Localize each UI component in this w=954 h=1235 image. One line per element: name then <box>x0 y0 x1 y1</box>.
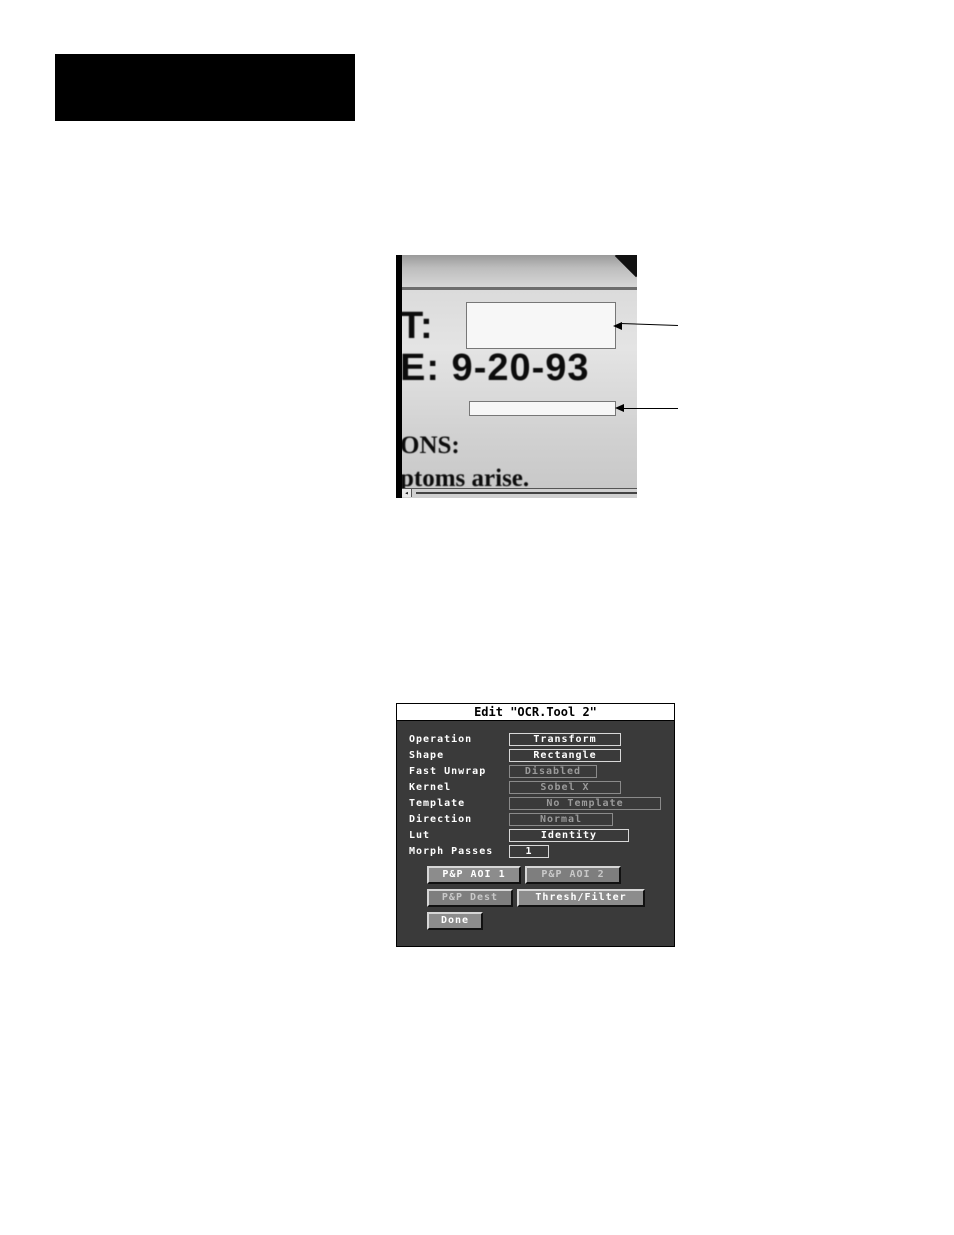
pp-aoi2-button[interactable]: P&P AOI 2 <box>525 866 621 884</box>
horizontal-scrollbar[interactable]: ◂ <box>402 488 637 498</box>
edit-ocr-tool-dialog: Edit "OCR.Tool 2" Operation Transform Sh… <box>396 703 675 947</box>
lut-value[interactable]: Identity <box>509 829 629 842</box>
kernel-value: Sobel X <box>509 781 621 794</box>
fast-unwrap-value: Disabled <box>509 765 597 778</box>
thresh-filter-button[interactable]: Thresh/Filter <box>517 889 645 907</box>
ocr-region-box[interactable] <box>466 302 616 349</box>
field-label: Fast Unwrap <box>409 766 487 777</box>
scroll-left-icon[interactable]: ◂ <box>402 489 412 497</box>
template-value: No Template <box>509 797 661 810</box>
morph-passes-value[interactable]: 1 <box>509 845 549 858</box>
field-label: Morph Passes <box>409 846 494 857</box>
arrowhead-1-icon <box>613 322 622 330</box>
field-label: Direction <box>409 814 473 825</box>
operation-value[interactable]: Transform <box>509 733 621 746</box>
scroll-track[interactable] <box>416 492 637 494</box>
image-text-line2: E: 9-20-93 <box>402 347 590 389</box>
camera-image: T: E: 9-20-93 ONS: ptoms arise. <box>402 255 637 489</box>
image-text-line4: ptoms arise. <box>402 465 530 489</box>
arrowhead-2-icon <box>615 404 624 412</box>
field-label: Kernel <box>409 782 452 793</box>
field-label: Shape <box>409 750 445 761</box>
shape-value[interactable]: Rectangle <box>509 749 621 762</box>
image-text-line3: ONS: <box>402 432 460 459</box>
camera-image-window: T: E: 9-20-93 ONS: ptoms arise. ◂ <box>396 255 637 498</box>
field-label: Operation <box>409 734 473 745</box>
dialog-title: Edit "OCR.Tool 2" <box>397 704 674 721</box>
ocr-region-line[interactable] <box>469 401 616 416</box>
image-top-band <box>402 255 637 287</box>
field-label: Lut <box>409 830 431 841</box>
callout-arrow-2 <box>622 408 678 409</box>
field-label: Template <box>409 798 466 809</box>
pp-aoi1-button[interactable]: P&P AOI 1 <box>427 866 521 884</box>
chapter-tab <box>55 54 355 121</box>
image-edge-line <box>402 287 637 290</box>
direction-value: Normal <box>509 813 613 826</box>
image-text-line1: T: <box>402 305 434 347</box>
done-button[interactable]: Done <box>427 912 483 930</box>
pp-dest-button[interactable]: P&P Dest <box>427 889 513 907</box>
